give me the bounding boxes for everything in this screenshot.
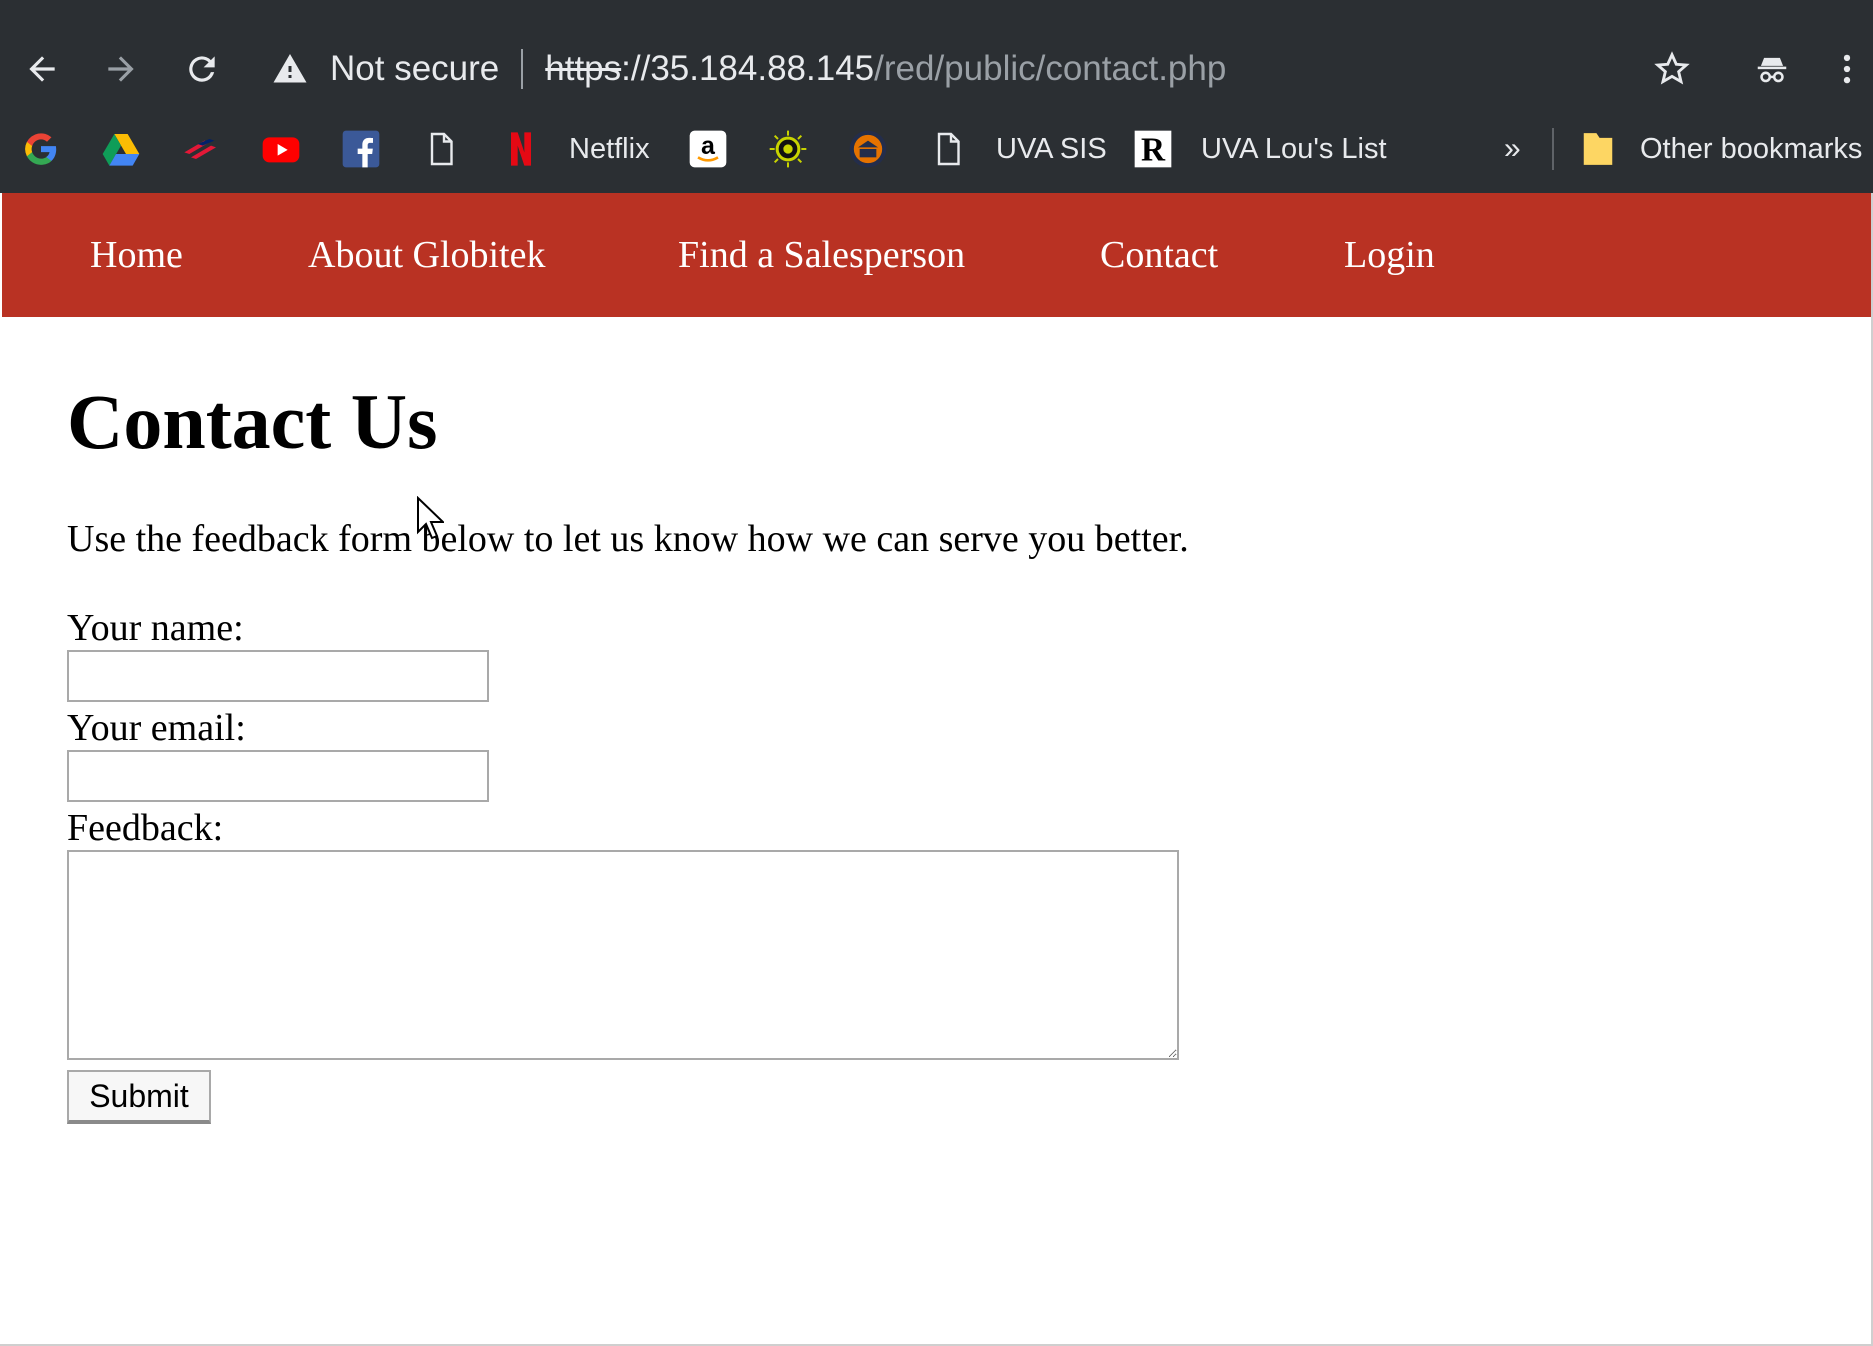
facebook-icon	[341, 129, 381, 169]
url-host: ://35.184.88.145	[621, 49, 875, 88]
other-bookmarks-label: Other bookmarks	[1640, 132, 1863, 165]
sun-icon	[768, 129, 808, 169]
email-input[interactable]	[67, 750, 489, 802]
bookmark-google[interactable]	[21, 118, 61, 180]
name-input[interactable]	[67, 650, 489, 702]
other-bookmarks[interactable]: Other bookmarks	[1578, 118, 1862, 180]
url-path: /red/public/contact.php	[874, 49, 1227, 88]
browser-chrome: Not secure https ://35.184.88.145 /red/p…	[0, 0, 1873, 193]
bank-of-america-icon	[181, 129, 221, 169]
bookmark-youtube[interactable]	[261, 118, 301, 180]
intro-text: Use the feedback form below to let us kn…	[67, 518, 1189, 560]
address-bar[interactable]: Not secure https ://35.184.88.145 /red/p…	[272, 38, 1612, 100]
menu-button[interactable]	[1827, 44, 1867, 94]
nav-home[interactable]: Home	[90, 193, 183, 317]
browser-toolbar: Not secure https ://35.184.88.145 /red/p…	[0, 0, 1873, 135]
r-logo-icon: R	[1133, 129, 1173, 169]
page-icon	[928, 129, 968, 169]
bookmark-facebook[interactable]	[341, 118, 381, 180]
nav-find-salesperson[interactable]: Find a Salesperson	[678, 193, 965, 317]
star-icon	[1654, 51, 1690, 85]
bookmark-page[interactable]	[421, 118, 461, 180]
site-navigation: Home About Globitek Find a Salesperson C…	[2, 193, 1873, 317]
back-button[interactable]	[17, 44, 67, 94]
svg-text:a: a	[701, 132, 716, 160]
omnibox-divider	[521, 49, 524, 89]
bookmark-sun[interactable]	[768, 118, 808, 180]
bookmarks-divider	[1552, 128, 1554, 170]
email-label: Your email:	[67, 707, 246, 749]
more-vert-icon	[1843, 54, 1851, 84]
bookmark-label: UVA SIS	[996, 132, 1107, 165]
google-drive-icon	[101, 129, 141, 169]
bookmark-label: UVA Lou's List	[1201, 132, 1387, 165]
bookmark-label: Netflix	[569, 132, 650, 165]
uva-icon	[848, 129, 888, 169]
chevron-double-right-icon: »	[1504, 132, 1521, 165]
nav-login[interactable]: Login	[1344, 193, 1435, 317]
svg-text:R: R	[1141, 132, 1166, 169]
youtube-icon	[261, 129, 301, 169]
netflix-icon	[501, 129, 541, 169]
incognito-icon	[1757, 57, 1787, 83]
feedback-label: Feedback:	[67, 807, 224, 849]
submit-button[interactable]: Submit	[67, 1070, 211, 1124]
bookmarks-bar: Netflix a UVA SIS R UVA Lou's List » Oth…	[0, 118, 1873, 180]
bookmark-lous-list[interactable]: R UVA Lou's List	[1133, 118, 1387, 180]
page-title: Contact Us	[67, 378, 438, 465]
url-scheme: https	[545, 49, 622, 88]
nav-contact[interactable]: Contact	[1100, 193, 1218, 317]
arrow-right-icon	[108, 56, 134, 82]
arrow-left-icon	[29, 56, 55, 82]
name-label: Your name:	[67, 607, 244, 649]
reload-icon	[189, 56, 215, 82]
feedback-textarea[interactable]	[67, 850, 1179, 1060]
bookmark-uva[interactable]	[848, 118, 888, 180]
bookmarks-overflow-button[interactable]: »	[1504, 118, 1521, 180]
amazon-icon: a	[688, 129, 728, 169]
google-icon	[21, 129, 61, 169]
bookmark-uva-sis[interactable]: UVA SIS	[928, 118, 1107, 180]
forward-button[interactable]	[96, 44, 146, 94]
bookmark-drive[interactable]	[101, 118, 141, 180]
bookmark-star-button[interactable]	[1647, 44, 1697, 94]
bookmark-bank[interactable]	[181, 118, 221, 180]
folder-icon	[1578, 129, 1618, 169]
warning-icon	[272, 50, 310, 88]
page-icon	[421, 129, 461, 169]
bookmark-netflix[interactable]: Netflix	[501, 118, 650, 180]
security-status[interactable]: Not secure	[330, 49, 499, 89]
bookmark-amazon[interactable]: a	[688, 118, 728, 180]
incognito-button[interactable]	[1747, 44, 1797, 94]
reload-button[interactable]	[177, 44, 227, 94]
mouse-cursor-icon	[417, 496, 444, 540]
nav-about[interactable]: About Globitek	[308, 193, 545, 317]
